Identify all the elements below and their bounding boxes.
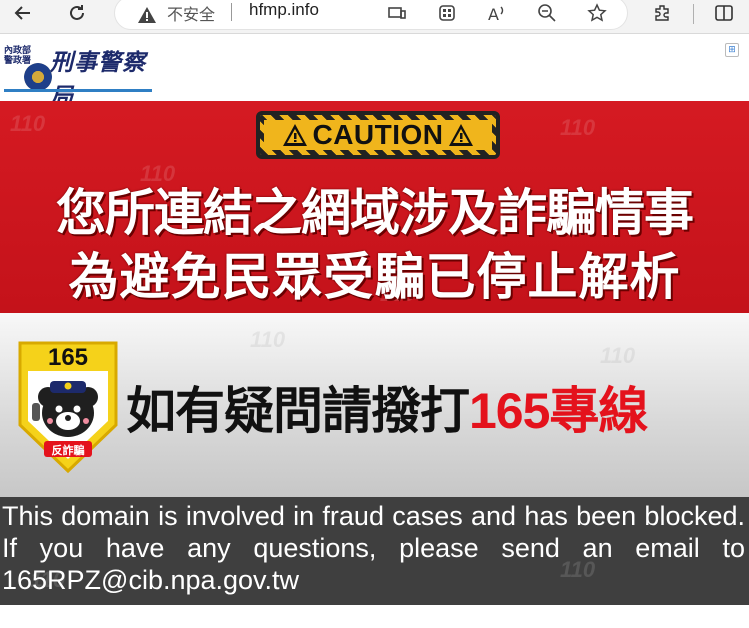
hotline-section: 110 110 165 反詐騙 如有疑問請撥打165專線	[0, 313, 749, 497]
favorite-star-icon[interactable]	[585, 1, 609, 25]
toolbar-divider	[693, 4, 694, 24]
reader-mode-icon[interactable]	[385, 1, 409, 25]
police-emblem-icon	[24, 63, 52, 91]
english-notice: 110 110 This domain is involved in fraud…	[0, 497, 749, 605]
english-notice-text: This domain is involved in fraud cases a…	[2, 501, 745, 595]
watermark: 110	[560, 115, 596, 140]
page-footer	[0, 605, 749, 628]
logo-underline	[4, 89, 152, 92]
caution-sign: CAUTION	[256, 111, 500, 159]
page-info-icon[interactable]: ⊞	[725, 43, 739, 57]
blocked-page: 內政部 警政署 刑事警察局 ⊞ 110 110 110 110 110 CAUT…	[0, 35, 749, 628]
agency-logo: 內政部 警政署 刑事警察局	[4, 43, 154, 110]
badge-caption: 反詐騙	[52, 443, 85, 457]
security-status-label[interactable]: 不安全	[167, 1, 215, 25]
zoom-out-icon[interactable]	[535, 1, 559, 25]
apps-icon[interactable]	[435, 1, 459, 25]
watermark: 110	[600, 343, 636, 368]
back-icon[interactable]	[8, 0, 38, 26]
anti-fraud-165-badge: 165 反詐騙	[18, 341, 118, 474]
caution-label: CAUTION	[312, 119, 444, 150]
warning-triangle-icon	[283, 124, 308, 146]
hotline-number[interactable]: 165專線	[469, 383, 648, 439]
extensions-icon[interactable]	[648, 0, 678, 26]
svg-text:A: A	[488, 5, 499, 23]
warning-icon[interactable]	[137, 5, 157, 25]
read-aloud-icon[interactable]: A	[485, 1, 509, 25]
split-screen-icon[interactable]	[709, 0, 739, 26]
address-divider	[231, 3, 232, 21]
watermark: 110	[250, 327, 286, 352]
refresh-icon[interactable]	[62, 0, 92, 26]
browser-toolbar: 不安全 hfmp.info A	[0, 0, 749, 34]
address-bar[interactable]: 不安全 hfmp.info A	[114, 0, 628, 30]
fraud-warning-line-1: 您所連結之網域涉及詐騙情事	[56, 184, 694, 242]
fraud-warning-line-2: 為避免民眾受騙已停止解析	[68, 248, 681, 306]
warning-banner: 110 110 110 110 110 CAUTION 您所連結之網域涉及詐騙情…	[0, 101, 749, 313]
hotline-prompt: 如有疑問請撥打	[126, 382, 470, 440]
hotline-text: 如有疑問請撥打165專線	[126, 371, 648, 443]
header-bar: 內政部 警政署 刑事警察局 ⊞	[0, 35, 749, 110]
badge-number: 165	[48, 344, 88, 371]
warning-triangle-icon	[448, 124, 473, 146]
url-text[interactable]: hfmp.info	[249, 0, 319, 20]
watermark: 110	[10, 111, 46, 136]
agency-parent-label: 內政部 警政署	[4, 46, 32, 66]
